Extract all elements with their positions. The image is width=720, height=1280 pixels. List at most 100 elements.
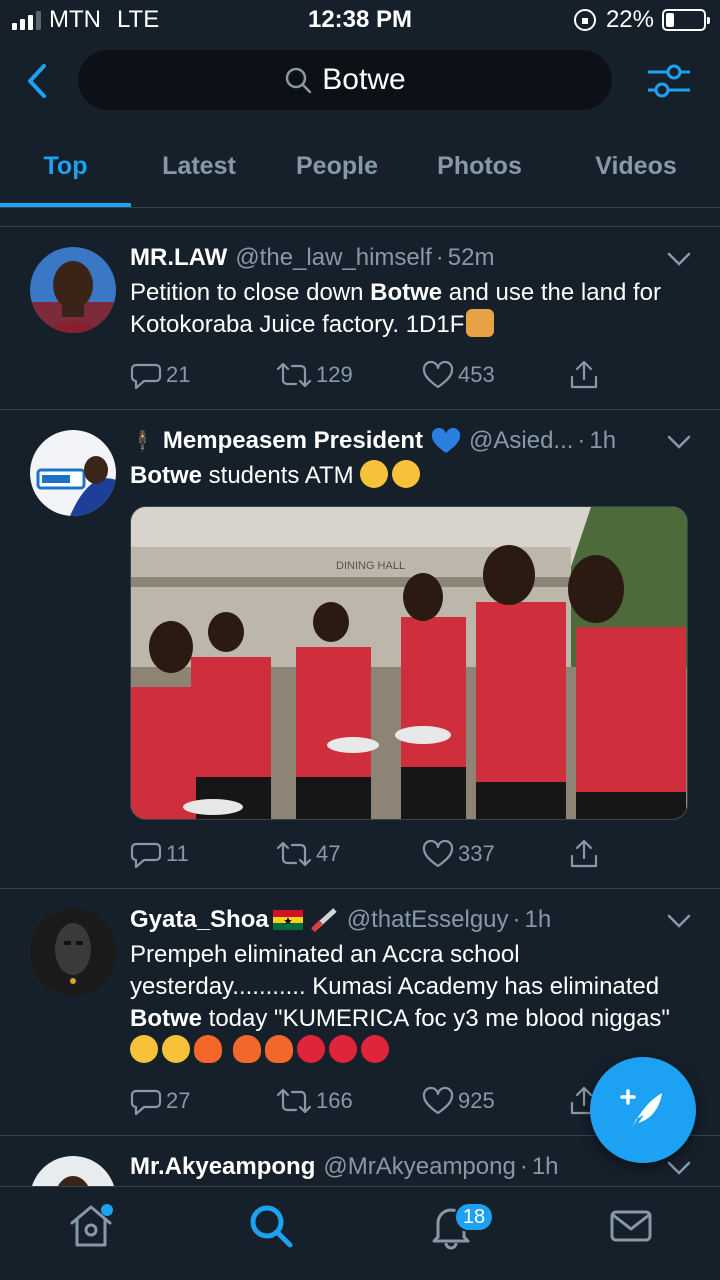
tweet-time: 1h [531, 1153, 559, 1180]
tab-people[interactable]: People [267, 130, 407, 207]
user-photo [30, 247, 116, 333]
battery-level [666, 13, 674, 27]
tab-top[interactable]: Top [0, 130, 131, 207]
heart-icon [422, 1086, 454, 1115]
tweet-author-name[interactable]: MR.LAW [130, 244, 227, 272]
separator-dot: · [577, 427, 586, 454]
search-query: Botwe [322, 63, 406, 96]
like-count: 453 [458, 362, 495, 387]
chevron-down-icon[interactable] [666, 1158, 692, 1178]
tweet-photo: DINING HALL [131, 507, 687, 819]
search-tabs: Top Latest People Photos Videos [0, 130, 720, 208]
like-button[interactable]: 925 [422, 1086, 568, 1116]
tweet-author-handle[interactable]: @thatEsselguy [347, 906, 509, 934]
search-input[interactable]: Botwe [78, 50, 612, 110]
battery-percent: 22% [605, 6, 654, 33]
share-button[interactable] [568, 359, 604, 391]
tweet-author-name[interactable]: Mempeasem President [163, 427, 423, 455]
image-sign-text: DINING HALL [336, 560, 405, 572]
retweet-button[interactable]: 47 [276, 839, 422, 869]
tweet-actions: 11 47 337 [130, 838, 690, 870]
avatar[interactable] [30, 1156, 116, 1186]
search-header: Botwe [0, 48, 720, 114]
tweet-text: Prempeh eliminated an Accra school yeste… [130, 939, 690, 1067]
reply-icon [130, 1089, 162, 1116]
battery-icon [662, 9, 710, 31]
search-term-highlight: Botwe [370, 279, 443, 306]
tweet-author-name[interactable]: Mr.Akyeampong [130, 1153, 315, 1181]
tears-of-joy-emoji [392, 460, 421, 488]
folded-hands-emoji [466, 309, 495, 337]
search-icon [250, 1205, 293, 1248]
nav-search[interactable] [246, 1201, 296, 1251]
tweet-text-segment: students ATM [202, 462, 354, 489]
retweet-count: 166 [316, 1088, 353, 1113]
tweet-author-name[interactable]: Gyata_Shoa [130, 906, 269, 934]
retweet-count: 47 [316, 841, 341, 866]
share-icon [570, 839, 598, 868]
tweet-author-handle[interactable]: @the_law_himself [235, 244, 431, 272]
tweet[interactable]: MR.LAW @the_law_himself · 52m Petition t… [0, 227, 720, 410]
tweet-author-handle[interactable]: @Asied... [469, 427, 573, 455]
like-count: 925 [458, 1088, 495, 1113]
status-bar: MTN LTE 12:38 PM 22% [0, 0, 720, 40]
tweet-text: Botwe students ATM [130, 460, 690, 492]
reply-button[interactable]: 27 [130, 1086, 276, 1116]
tweet-time: 1h [589, 427, 617, 454]
retweet-button[interactable]: 166 [276, 1086, 422, 1116]
chevron-down-icon[interactable] [666, 249, 692, 269]
user-photo [30, 430, 116, 516]
reply-button[interactable]: 11 [130, 839, 276, 869]
like-button[interactable]: 453 [422, 360, 568, 390]
avatar[interactable] [30, 909, 116, 995]
tweet-actions: 21 129 453 [130, 359, 690, 391]
search-term-highlight: Botwe [130, 462, 202, 489]
tab-photos[interactable]: Photos [407, 130, 552, 207]
fire-emoji [232, 1035, 261, 1063]
tweet-time: 52m [447, 244, 495, 271]
tab-latest[interactable]: Latest [131, 130, 267, 207]
tweet-time: 1h [524, 906, 552, 933]
tweet-text-segment: Petition to close down [130, 279, 371, 306]
retweet-icon [276, 841, 312, 867]
retweet-button[interactable]: 129 [276, 360, 422, 390]
ghana-flag-emoji [272, 910, 303, 930]
syringe-emoji [310, 908, 337, 932]
reply-button[interactable]: 21 [130, 360, 276, 390]
chevron-down-icon[interactable] [666, 911, 692, 931]
reply-icon [130, 842, 162, 869]
search-filter-button[interactable] [646, 58, 692, 104]
tweet-text-segment: today "KUMERICA foc y3 me blood niggas" [202, 1005, 670, 1032]
red-heart-emoji [328, 1035, 357, 1063]
compose-feather-icon [620, 1089, 662, 1129]
chevron-left-icon [28, 64, 46, 98]
tweet-text: Petition to close down Botwe and use the… [130, 277, 690, 341]
reply-count: 11 [166, 841, 189, 866]
back-button[interactable] [20, 58, 60, 104]
tweet-image[interactable]: DINING HALL [130, 506, 688, 820]
tweet-text-segment: Prempeh eliminated an Accra school yeste… [130, 941, 660, 1000]
like-count: 337 [458, 841, 495, 866]
compose-tweet-button[interactable] [590, 1057, 696, 1163]
bottom-navigation [0, 1186, 720, 1280]
tears-of-joy-emoji [130, 1035, 158, 1063]
tab-videos[interactable]: Videos [552, 130, 720, 207]
like-button[interactable]: 337 [422, 839, 568, 869]
avatar[interactable] [30, 247, 116, 333]
tweet[interactable]: 🕴 Mempeasem President @Asied... · 1h Bot… [0, 410, 720, 889]
search-term-highlight: Botwe [130, 1005, 202, 1032]
tweet-author-handle[interactable]: @MrAkyeampong [323, 1153, 515, 1181]
chevron-down-icon[interactable] [666, 432, 692, 452]
sliders-icon [648, 64, 690, 98]
share-button[interactable] [568, 838, 604, 870]
retweet-count: 129 [316, 362, 353, 387]
user-photo [30, 909, 116, 995]
nav-messages[interactable] [606, 1201, 656, 1251]
user-photo [30, 1156, 116, 1186]
avatar[interactable] [30, 430, 116, 516]
man-in-suit-emoji: 🕴 [130, 430, 155, 453]
separator-dot: · [519, 1153, 528, 1180]
orientation-lock-icon [573, 9, 596, 31]
heart-icon [422, 839, 454, 868]
envelope-icon [610, 1210, 652, 1242]
